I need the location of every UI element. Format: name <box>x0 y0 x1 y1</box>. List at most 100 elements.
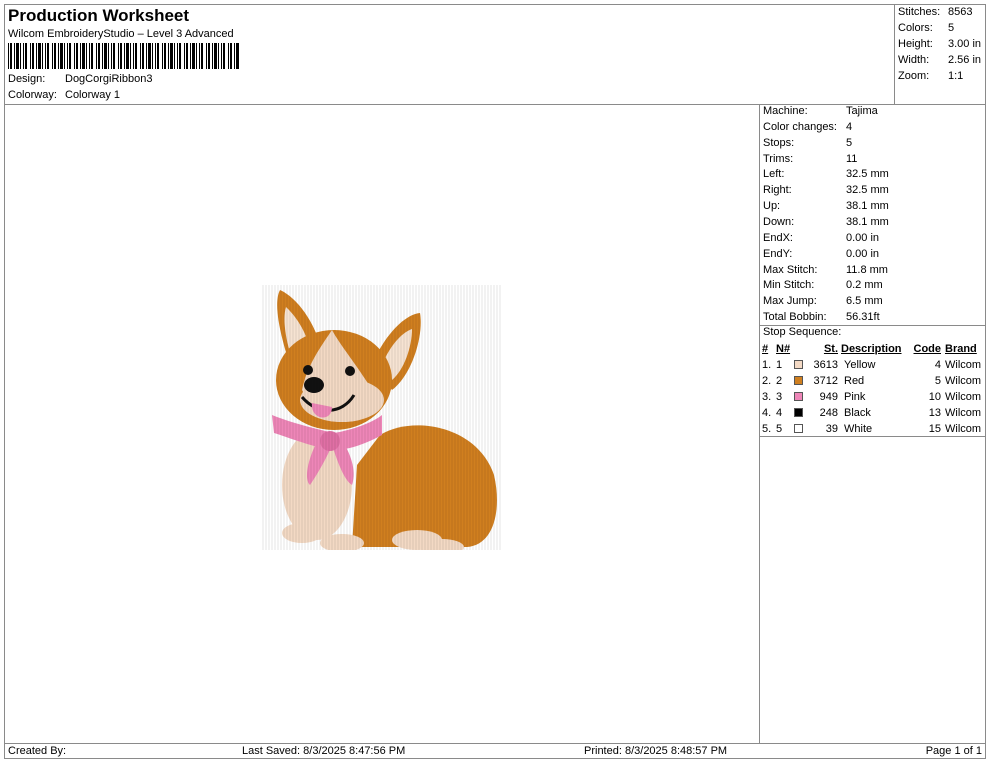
color-swatch <box>794 376 803 385</box>
machine-info-value: 38.1 mm <box>846 200 889 213</box>
stop-sequence-table: # N# St. Description Code Brand 1. 1 3613 Y… <box>762 341 986 437</box>
col-stitches: St. <box>823 343 838 355</box>
barcode-bar <box>67 43 68 69</box>
barcode-bar <box>199 43 200 69</box>
summary-value: 8563 <box>948 6 973 18</box>
colorway-value: Colorway 1 <box>65 89 121 101</box>
thread-brand: Wilcom <box>945 359 982 371</box>
machine-info-label: Stops: <box>763 136 795 149</box>
stop-index: 1. <box>762 359 772 371</box>
machine-info-label: Down: <box>763 215 795 228</box>
thread-code: 15 <box>928 423 941 435</box>
machine-info-value: 0.2 mm <box>846 279 883 292</box>
stop-index: 4. <box>762 407 772 419</box>
barcode-bar <box>126 43 129 69</box>
barcode-bar <box>60 43 63 69</box>
machine-info-label: Left: <box>763 168 785 181</box>
barcode-bar <box>20 43 21 69</box>
machine-info-value: 32.5 mm <box>846 168 889 181</box>
barcode-bar <box>192 43 195 69</box>
corgi-embroidery-design <box>262 285 502 550</box>
stitch-count: 3712 <box>813 375 838 387</box>
barcode-bar <box>25 43 27 69</box>
summary-label: Zoom: <box>898 70 930 82</box>
summary-label: Height: <box>898 38 933 50</box>
barcode-bar <box>179 43 181 69</box>
stitch-count: 39 <box>825 423 838 435</box>
info-panel-divider <box>759 104 760 743</box>
table-row: 2. 2 3712 Red 5 Wilcom <box>762 373 986 389</box>
thread-code: 13 <box>928 407 941 419</box>
thread-description: Black <box>844 407 871 419</box>
machine-info-value: 11.8 mm <box>846 263 888 276</box>
machine-info-value: 6.5 mm <box>846 295 883 308</box>
stitch-count: 3613 <box>813 359 838 371</box>
table-header-row: # N# St. Description Code Brand <box>762 341 986 357</box>
machine-info-label: Up: <box>763 200 781 213</box>
barcode-bar <box>91 43 93 69</box>
machine-info-label: Machine: <box>763 105 808 117</box>
col-brand: Brand <box>945 343 977 355</box>
page-number: Page 1 of 1 <box>925 745 982 757</box>
barcode-bar <box>157 43 159 69</box>
machine-info-label: EndX: <box>763 231 793 244</box>
barcode-bar <box>54 43 56 69</box>
col-code: Code <box>913 343 942 355</box>
table-row: 1. 1 3613 Yellow 4 Wilcom <box>762 357 986 373</box>
needle-number: 3 <box>776 391 783 403</box>
color-swatch <box>794 424 803 433</box>
barcode-bar <box>108 43 109 69</box>
barcode-bar <box>170 43 173 69</box>
barcode-bar <box>201 43 203 69</box>
machine-info-value: Tajima <box>846 105 878 117</box>
thread-code: 5 <box>934 375 941 387</box>
barcode-bar <box>32 43 34 69</box>
machine-info-value: 32.5 mm <box>846 184 889 197</box>
needle-number: 1 <box>776 359 783 371</box>
barcode-bar <box>8 43 9 69</box>
machine-info-label: EndY: <box>763 247 793 260</box>
barcode-bar <box>86 43 87 69</box>
machine-info-label: Color changes: <box>763 120 837 133</box>
barcode-bar <box>230 43 232 69</box>
barcode-bar <box>218 43 219 69</box>
summary-label: Colors: <box>898 22 933 34</box>
barcode-bar <box>64 43 65 69</box>
colorway-row: Colorway: Colorway 1 <box>8 89 120 101</box>
barcode-bar <box>82 43 85 69</box>
thread-description: Red <box>844 375 865 387</box>
software-name: Wilcom EmbroideryStudio – Level 3 Advanc… <box>8 28 234 40</box>
barcode-bar <box>98 43 100 69</box>
created-by: Created By: <box>8 745 67 757</box>
barcode-bar <box>142 43 144 69</box>
machine-info-value: 0.00 in <box>846 247 880 260</box>
summary-value: 1:1 <box>948 70 964 82</box>
barcode-bar <box>152 43 153 69</box>
stop-index: 3. <box>762 391 772 403</box>
barcode-bar <box>76 43 78 69</box>
color-swatch-cell <box>794 389 806 405</box>
summary-label: Stitches: <box>898 6 941 18</box>
summary-value: 2.56 in <box>948 54 982 66</box>
col-index: # <box>762 343 769 355</box>
col-description: Description <box>841 343 902 355</box>
thread-description: White <box>844 423 873 435</box>
barcode-bar <box>162 43 163 69</box>
thread-code: 10 <box>928 391 941 403</box>
last-saved: Last Saved: 8/3/2025 8:47:56 PM <box>242 745 406 757</box>
barcode-bar <box>140 43 141 69</box>
barcode-bar <box>221 43 222 69</box>
summary-value: 5 <box>948 22 955 34</box>
machine-info-value: 11 <box>846 152 858 165</box>
footer-divider <box>4 743 986 744</box>
barcode-bar <box>196 43 197 69</box>
barcode-bar <box>164 43 166 69</box>
stop-sequence-label: Stop Sequence: <box>763 326 842 338</box>
needle-number: 5 <box>776 423 783 435</box>
barcode-bar <box>155 43 156 69</box>
design-value: DogCorgiRibbon3 <box>65 73 153 85</box>
printed-date: Printed: 8/3/2025 8:48:57 PM <box>584 745 728 757</box>
color-swatch-cell <box>794 421 806 437</box>
barcode-bar <box>214 43 217 69</box>
stop-index: 5. <box>762 423 772 435</box>
